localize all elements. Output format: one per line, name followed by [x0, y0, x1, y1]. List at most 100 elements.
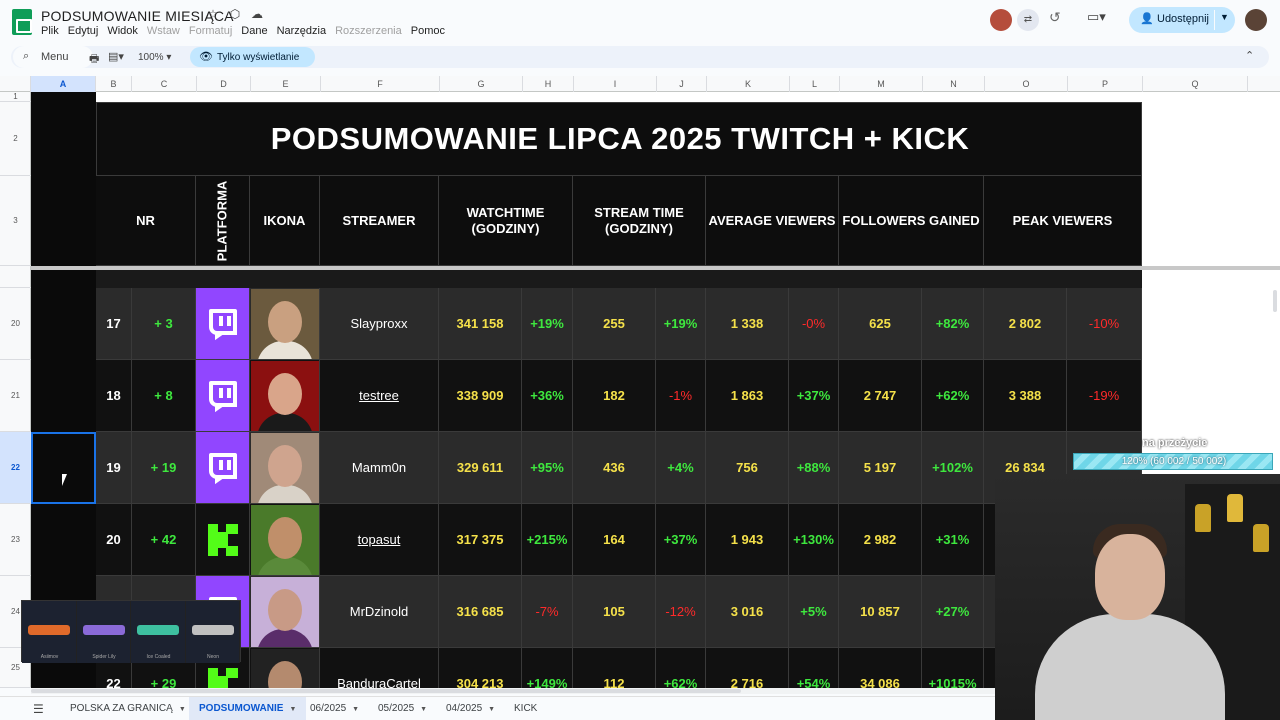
change-cell[interactable]: + 3: [132, 288, 196, 360]
menu-item-1[interactable]: Edytuj: [68, 25, 99, 37]
nr-cell[interactable]: 17: [96, 288, 132, 360]
watchtime-pct-cell[interactable]: -7%: [522, 576, 573, 648]
change-cell[interactable]: + 8: [132, 360, 196, 432]
avg-cell[interactable]: 1 338: [706, 288, 789, 360]
followers-cell[interactable]: 10 857: [839, 576, 922, 648]
stream-time-pct-cell[interactable]: +62%: [656, 648, 706, 688]
horizontal-scrollbar[interactable]: [31, 688, 995, 694]
menu-item-5[interactable]: Dane: [241, 25, 267, 37]
stream-time-cell[interactable]: 436: [573, 432, 656, 504]
column-header[interactable]: P: [1068, 76, 1143, 92]
sheet-tab[interactable]: 04/2025 ▼: [436, 697, 505, 720]
format-menu-icon[interactable]: ▤▾: [108, 50, 124, 63]
column-header[interactable]: A: [31, 76, 96, 92]
row-header[interactable]: 21: [0, 360, 31, 432]
streamer-avatar[interactable]: [250, 648, 320, 688]
stream-time-cell[interactable]: 182: [573, 360, 656, 432]
document-title[interactable]: PODSUMOWANIE MIESIĄCA: [41, 8, 234, 24]
sheets-logo-icon[interactable]: [12, 9, 32, 35]
peak-pct-cell[interactable]: -10%: [1067, 288, 1142, 360]
sheet-tab[interactable]: 06/2025 ▼: [300, 697, 369, 720]
watchtime-pct-cell[interactable]: +95%: [522, 432, 573, 504]
column-header[interactable]: G: [440, 76, 523, 92]
avg-cell[interactable]: 2 716: [706, 648, 789, 688]
avg-cell[interactable]: 1 863: [706, 360, 789, 432]
streamer-cell[interactable]: topasut: [320, 504, 439, 576]
table-row[interactable]: 22 + 29 BanduraCartel 304 213 +149% 112 +62% 2 …: [96, 648, 1142, 688]
stream-time-cell[interactable]: 255: [573, 288, 656, 360]
followers-pct-cell[interactable]: +82%: [922, 288, 984, 360]
streamer-cell[interactable]: BanduraCartel: [320, 648, 439, 688]
column-header[interactable]: Q: [1143, 76, 1248, 92]
column-header[interactable]: M: [840, 76, 923, 92]
streamer-avatar[interactable]: [250, 504, 320, 576]
change-cell[interactable]: + 42: [132, 504, 196, 576]
chevron-down-icon[interactable]: ▼: [1220, 12, 1229, 22]
sheet-tab[interactable]: PODSUMOWANIE ▼: [189, 697, 307, 720]
table-row[interactable]: 20 + 42 topasut 317 375 +215% 164 +37% 1 943 +13…: [96, 504, 1142, 576]
menu-item-0[interactable]: Plik: [41, 25, 59, 37]
menu-item-7[interactable]: Rozszerzenia: [335, 25, 402, 37]
chevron-down-icon[interactable]: ▼: [352, 706, 359, 713]
menu-item-6[interactable]: Narzędzia: [277, 25, 327, 37]
streamer-cell[interactable]: testree: [320, 360, 439, 432]
table-row[interactable]: MrDzinold 316 685 -7% 105 -12% 3 016 +5% 10 857…: [96, 576, 1142, 648]
followers-cell[interactable]: 34 086: [839, 648, 922, 688]
column-header[interactable]: D: [197, 76, 251, 92]
peak-cell[interactable]: 2 802: [984, 288, 1067, 360]
column-header[interactable]: F: [321, 76, 440, 92]
menu-item-8[interactable]: Pomoc: [411, 25, 445, 37]
chevron-down-icon[interactable]: ▼: [420, 706, 427, 713]
streamer-avatar[interactable]: [250, 360, 320, 432]
streamer-cell[interactable]: MrDzinold: [320, 576, 439, 648]
peak-pct-cell[interactable]: -19%: [1067, 360, 1142, 432]
selected-cell[interactable]: [31, 432, 96, 504]
watchtime-pct-cell[interactable]: +215%: [522, 504, 573, 576]
watchtime-cell[interactable]: 338 909: [439, 360, 522, 432]
collaborator-avatar[interactable]: [990, 9, 1012, 31]
column-header[interactable]: I: [574, 76, 657, 92]
chevron-down-icon[interactable]: ▼: [179, 706, 186, 713]
followers-pct-cell[interactable]: +1015%: [922, 648, 984, 688]
history-icon[interactable]: ↺: [1049, 9, 1061, 31]
share-button[interactable]: 👤 Udostępnij ▼: [1129, 7, 1235, 33]
followers-cell[interactable]: 2 982: [839, 504, 922, 576]
platform-cell[interactable]: [196, 432, 250, 504]
avg-pct-cell[interactable]: +37%: [789, 360, 839, 432]
followers-pct-cell[interactable]: +31%: [922, 504, 984, 576]
table-row[interactable]: 18 + 8 testree 338 909 +36% 182 -1% 1 863 +37% 2 …: [96, 360, 1142, 432]
followers-pct-cell[interactable]: +62%: [922, 360, 984, 432]
cloud-status-icon[interactable]: ☁: [250, 7, 264, 21]
column-header[interactable]: K: [707, 76, 790, 92]
avg-cell[interactable]: 1 943: [706, 504, 789, 576]
row-header[interactable]: [0, 270, 31, 288]
avg-pct-cell[interactable]: +130%: [789, 504, 839, 576]
chevron-down-icon[interactable]: ▼: [488, 706, 495, 713]
avg-cell[interactable]: 756: [706, 432, 789, 504]
nr-cell[interactable]: 19: [96, 432, 132, 504]
avg-cell[interactable]: 3 016: [706, 576, 789, 648]
chevron-down-icon[interactable]: ▼: [289, 706, 296, 713]
watchtime-pct-cell[interactable]: +149%: [522, 648, 573, 688]
print-icon[interactable]: 🖶: [89, 50, 99, 69]
watchtime-cell[interactable]: 341 158: [439, 288, 522, 360]
change-cell[interactable]: + 19: [132, 432, 196, 504]
account-avatar[interactable]: [1245, 9, 1267, 31]
avg-pct-cell[interactable]: +88%: [789, 432, 839, 504]
followers-pct-cell[interactable]: +27%: [922, 576, 984, 648]
stream-time-cell[interactable]: 105: [573, 576, 656, 648]
row-header[interactable]: 23: [0, 504, 31, 576]
column-header[interactable]: J: [657, 76, 707, 92]
streamer-avatar[interactable]: [250, 432, 320, 504]
streamer-cell[interactable]: Slayproxx: [320, 288, 439, 360]
sheet-tab[interactable]: KICK: [504, 697, 547, 720]
avg-pct-cell[interactable]: +54%: [789, 648, 839, 688]
stream-time-cell[interactable]: 164: [573, 504, 656, 576]
row-header[interactable]: 20: [0, 288, 31, 360]
menu-search[interactable]: ⌕ Menu: [13, 46, 93, 68]
present-icon[interactable]: ⇄: [1017, 9, 1039, 31]
peak-cell[interactable]: 3 388: [984, 360, 1067, 432]
stream-time-pct-cell[interactable]: +4%: [656, 432, 706, 504]
column-header[interactable]: E: [251, 76, 321, 92]
vertical-scrollbar[interactable]: [1273, 290, 1277, 312]
